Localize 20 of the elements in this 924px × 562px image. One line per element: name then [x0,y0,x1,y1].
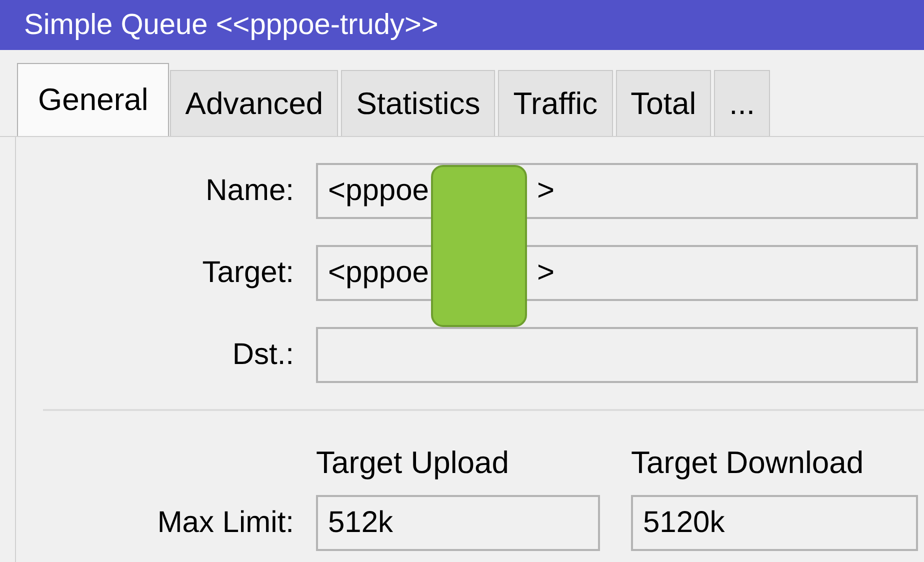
tab[interactable]: Total [616,70,712,136]
tab[interactable]: Statistics [341,70,496,136]
tab[interactable]: ... [714,70,770,136]
window-title: Simple Queue <<pppoe-trudy>> [24,8,438,42]
field-value: <pppoe [328,256,429,290]
tab[interactable]: Traffic [498,70,613,136]
field-label: Target: [201,256,294,290]
field-value: <pppoe [328,174,429,208]
field-value: > [536,174,554,208]
tab[interactable]: General [17,63,170,136]
field-label: Max Limit: [156,506,294,540]
column-heading: Target Download [631,445,865,481]
column-heading: Target Upload [316,445,510,481]
field-label: Name: [204,174,294,208]
input-field[interactable] [316,327,918,383]
tab[interactable]: Advanced [170,70,338,136]
field-value: > [536,256,554,290]
input-field[interactable]: 512k [316,495,600,551]
field-label: Dst.: [231,338,294,372]
input-field[interactable]: 5120k [631,495,918,551]
